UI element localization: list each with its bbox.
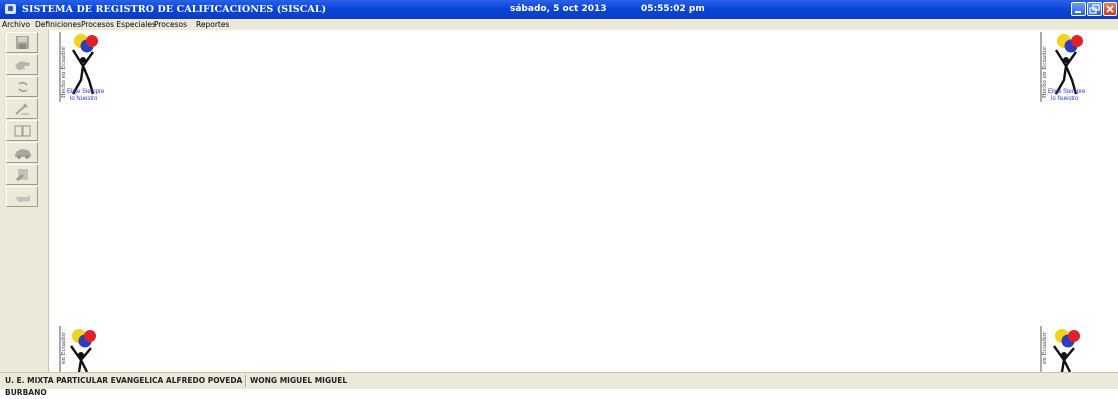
refresh-icon xyxy=(18,81,28,93)
logo-slogan-line2: lo Nuestro xyxy=(1051,96,1079,102)
book-icon xyxy=(14,125,31,137)
hand-button[interactable] xyxy=(6,54,38,75)
menu-reportes[interactable]: Reportes xyxy=(196,19,229,30)
main-content: Hecho en Ecuador Elige Siempre lo Nuestr… xyxy=(49,30,1118,372)
logo-slogan-line2: lo Nuestro xyxy=(70,96,98,102)
app-icon[interactable] xyxy=(5,4,16,14)
hecho-en-ecuador-logo-icon: en Ecuador xyxy=(1040,326,1080,372)
hand-point-icon xyxy=(16,195,30,202)
menu-definiciones[interactable]: Definiciones xyxy=(35,19,81,30)
minimize-icon xyxy=(1075,11,1081,13)
logo-bottom-right: en Ecuador xyxy=(1038,324,1104,372)
title-bar[interactable]: SISTEMA DE REGISTRO DE CALIFICACIONES (S… xyxy=(0,0,1118,19)
hecho-en-ecuador-logo-icon: Hecho en Ecuador Elige Siempre lo Nuestr… xyxy=(59,32,105,102)
window-title: SISTEMA DE REGISTRO DE CALIFICACIONES (S… xyxy=(22,4,327,15)
refresh-button[interactable] xyxy=(6,76,38,97)
toolbar xyxy=(0,30,49,372)
logo-top-right: Hecho en Ecuador Elige Siempre lo Nuestr… xyxy=(1038,30,1110,110)
menu-procesos-especiales[interactable]: Procesos Especiales xyxy=(81,19,156,30)
current-time: 05:55:02 pm xyxy=(641,4,705,14)
status-bar: U. E. MIXTA PARTICULAR EVANGELICA ALFRED… xyxy=(0,372,1118,397)
menu-procesos[interactable]: Procesos xyxy=(154,19,187,30)
logo-side-text-short: en Ecuador xyxy=(1042,332,1048,364)
hecho-en-ecuador-logo-icon: Hecho en Ecuador Elige Siempre lo Nuestr… xyxy=(1040,32,1086,102)
save-icon xyxy=(16,36,29,49)
close-button[interactable] xyxy=(1103,2,1117,16)
hand-icon xyxy=(15,61,30,70)
hecho-en-ecuador-logo-icon: en Ecuador xyxy=(59,326,96,372)
logo-slogan-line1: Elige Siempre xyxy=(1048,89,1086,95)
restore-icon xyxy=(1089,4,1100,14)
logo-bottom-left: en Ecuador xyxy=(57,324,117,372)
minimize-button[interactable] xyxy=(1071,2,1086,16)
tools-button[interactable] xyxy=(6,98,38,119)
logo-top-left: Hecho en Ecuador Elige Siempre lo Nuestr… xyxy=(57,30,123,110)
status-user: WONG MIGUEL MIGUEL xyxy=(246,375,396,387)
wrench-icon xyxy=(15,103,29,115)
hand-point-button[interactable] xyxy=(6,186,38,207)
maximize-button[interactable] xyxy=(1087,2,1102,16)
document-edit-button[interactable] xyxy=(6,164,38,185)
menu-archivo[interactable]: Archivo xyxy=(2,19,30,30)
vehicle-button[interactable] xyxy=(6,142,38,163)
logo-slogan-line1: Elige Siempre xyxy=(67,89,105,95)
book-button[interactable] xyxy=(6,120,38,141)
menu-bar: Archivo Definiciones Procesos Especiales… xyxy=(0,19,1118,30)
document-edit-icon xyxy=(16,169,28,181)
close-icon xyxy=(1106,5,1114,13)
logo-side-text-short: en Ecuador xyxy=(61,332,67,364)
car-icon xyxy=(15,149,31,159)
save-button[interactable] xyxy=(6,32,38,53)
status-institution: U. E. MIXTA PARTICULAR EVANGELICA ALFRED… xyxy=(5,376,243,397)
current-date: sábado, 5 oct 2013 xyxy=(510,4,607,14)
